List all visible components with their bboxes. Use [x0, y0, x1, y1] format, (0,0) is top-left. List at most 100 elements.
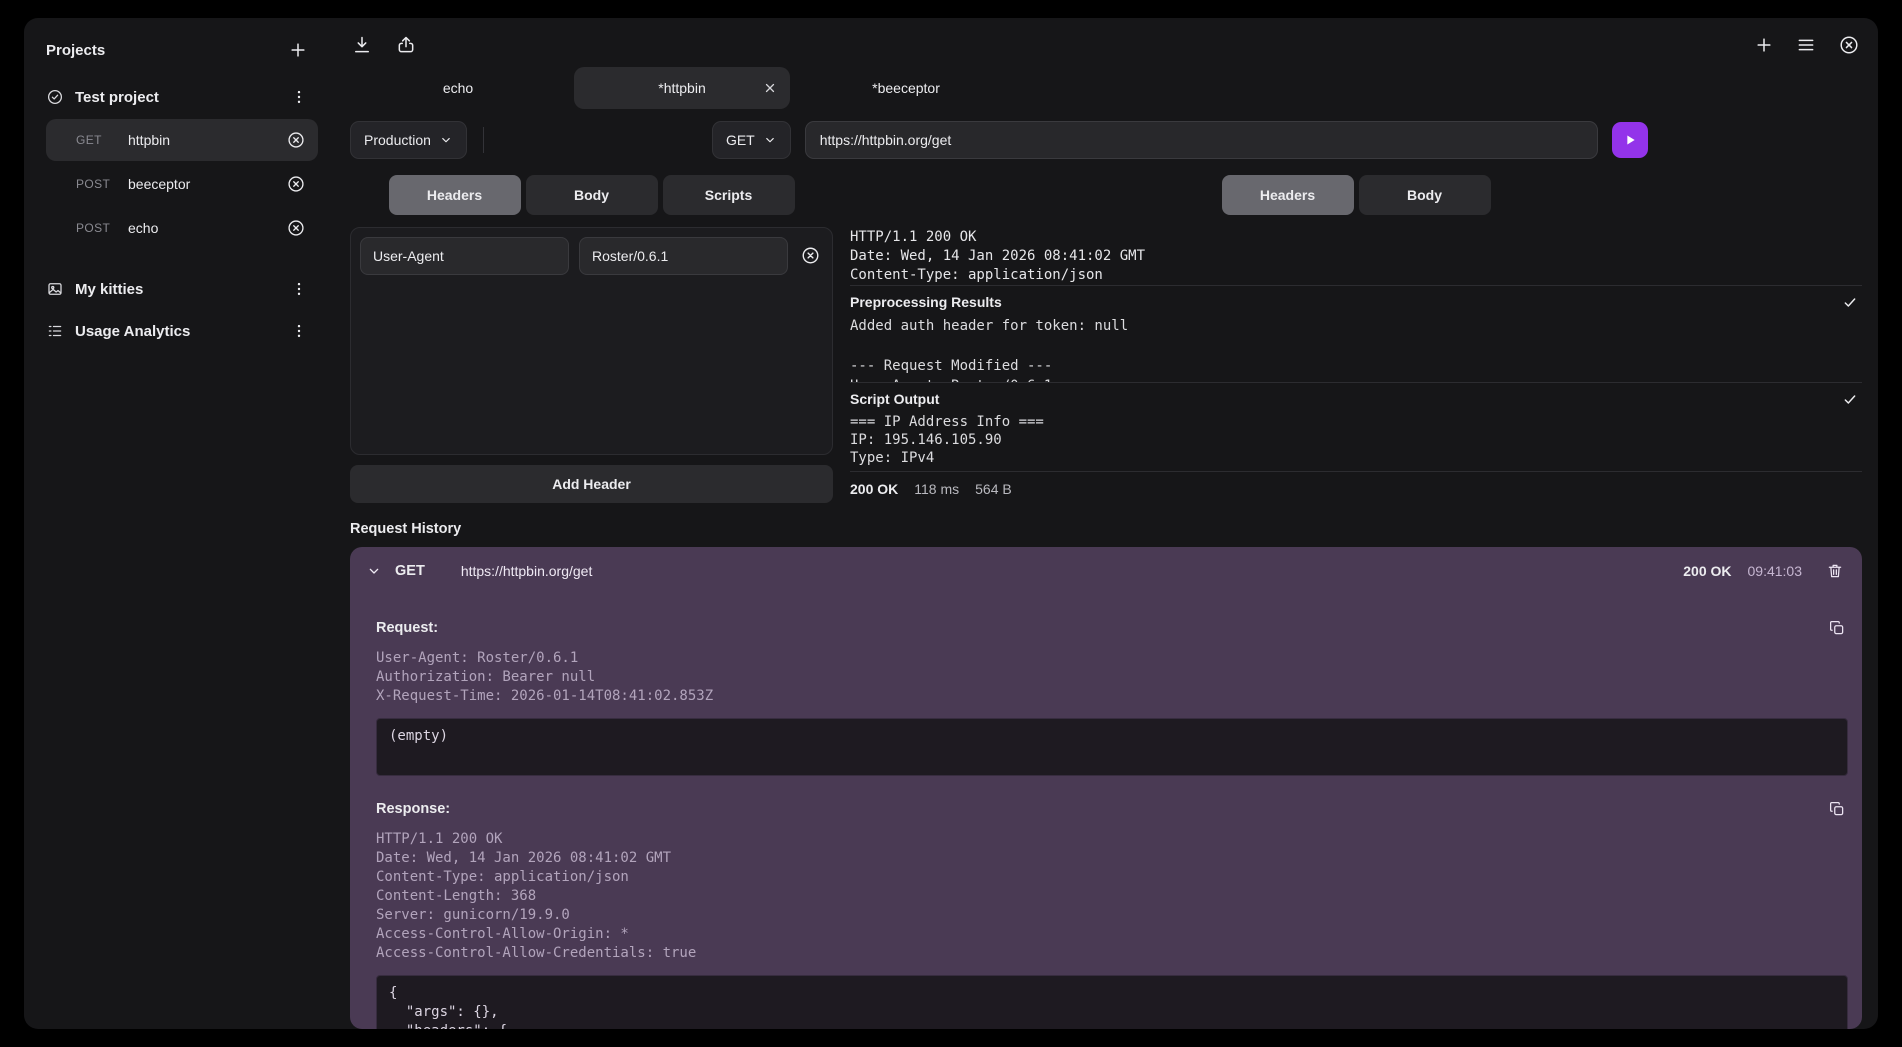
history-response-headers: HTTP/1.1 200 OK Date: Wed, 14 Jan 2026 0…	[376, 830, 1848, 963]
copy-icon	[1828, 800, 1846, 818]
environment-dropdown[interactable]: Production	[350, 121, 467, 159]
check-icon	[1842, 294, 1858, 310]
kebab-icon	[290, 322, 308, 340]
sidebar-item-usage-analytics[interactable]: Usage Analytics	[36, 310, 320, 352]
remove-request-button[interactable]	[284, 172, 308, 196]
section-title: Preprocessing Results	[850, 294, 1002, 310]
circle-x-icon	[800, 245, 821, 266]
sidebar-item-test-project[interactable]: Test project	[36, 76, 320, 118]
collection-menu-button[interactable]	[288, 278, 310, 300]
section-title: Script Output	[850, 391, 939, 407]
headers-editor	[350, 227, 833, 455]
response-headers-preview: HTTP/1.1 200 OK Date: Wed, 14 Jan 2026 0…	[850, 228, 1862, 285]
add-project-button[interactable]	[286, 38, 310, 62]
copy-response-button[interactable]	[1826, 798, 1848, 820]
kebab-icon	[290, 280, 308, 298]
tab-body[interactable]: Body	[1359, 175, 1491, 215]
tab-label: echo	[443, 80, 473, 96]
spacer	[36, 250, 320, 268]
editor-panels: Headers Body Scripts Add	[350, 175, 1862, 503]
import-button[interactable]	[350, 33, 374, 57]
request-name: httpbin	[128, 132, 284, 148]
response-label: Response:	[376, 801, 450, 817]
collection-name: My kitties	[75, 281, 277, 298]
request-panel-tabs: Headers Body Scripts	[350, 175, 833, 215]
tab-beeceptor[interactable]: *beeceptor	[798, 67, 1014, 109]
response-section-row: Response:	[376, 798, 1848, 820]
url-input[interactable]	[805, 121, 1598, 159]
export-button[interactable]	[394, 33, 418, 57]
circle-x-icon	[286, 130, 306, 150]
request-section-row: Request:	[376, 617, 1848, 639]
circle-x-icon	[286, 218, 306, 238]
copy-request-button[interactable]	[1826, 617, 1848, 639]
preprocessing-section-header[interactable]: Preprocessing Results	[850, 285, 1862, 316]
project-name: Test project	[75, 89, 277, 106]
tab-headers[interactable]: Headers	[389, 175, 521, 215]
header-key-input[interactable]	[360, 237, 569, 275]
tab-headers[interactable]: Headers	[1222, 175, 1354, 215]
menu-button[interactable]	[1794, 33, 1818, 57]
history-entry-body: Request: User-Agent: Roster/0.6.1 Author…	[350, 595, 1862, 1029]
response-panel-tabs: Headers Body	[850, 175, 1862, 215]
projects-title: Projects	[46, 42, 105, 59]
topbar	[350, 32, 1862, 59]
trash-icon	[1826, 562, 1844, 580]
close-tab-button[interactable]	[1836, 32, 1862, 58]
tab-label: *beeceptor	[872, 80, 940, 96]
request-method-badge: POST	[76, 177, 128, 191]
list-icon	[46, 322, 64, 340]
tab-scripts[interactable]: Scripts	[663, 175, 795, 215]
request-method-badge: POST	[76, 221, 128, 235]
script-output-section-header[interactable]: Script Output	[850, 382, 1862, 413]
response-size: 564 B	[975, 481, 1012, 497]
header-row	[360, 237, 823, 275]
tab-echo[interactable]: echo	[350, 67, 566, 109]
sidebar: Projects Test project GET httpbin	[24, 18, 330, 1029]
sidebar-item-my-kitties[interactable]: My kitties	[36, 268, 320, 310]
kebab-icon	[290, 88, 308, 106]
circle-x-icon	[1838, 34, 1860, 56]
copy-icon	[1828, 619, 1846, 637]
history-time: 09:41:03	[1748, 563, 1803, 579]
tab-label: *httpbin	[658, 80, 705, 96]
collection-menu-button[interactable]	[288, 320, 310, 342]
send-button[interactable]	[1612, 122, 1648, 158]
divider	[483, 127, 484, 153]
remove-request-button[interactable]	[284, 216, 308, 240]
main-area: echo *httpbin *beeceptor Production	[330, 18, 1878, 1029]
history-method: GET	[395, 563, 425, 579]
close-icon[interactable]	[760, 78, 780, 98]
remove-request-button[interactable]	[284, 128, 308, 152]
plus-icon	[288, 40, 308, 60]
add-header-button[interactable]: Add Header	[350, 465, 833, 503]
preprocessing-output: Added auth header for token: null --- Re…	[850, 316, 1862, 382]
sidebar-request-httpbin[interactable]: GET httpbin	[46, 119, 318, 161]
method-dropdown[interactable]: GET	[712, 121, 791, 159]
environment-label: Production	[364, 132, 431, 148]
new-tab-button[interactable]	[1752, 33, 1776, 57]
check-circle-icon	[46, 88, 64, 106]
image-icon	[46, 280, 64, 298]
play-icon	[1622, 132, 1638, 148]
delete-entry-button[interactable]	[1824, 560, 1846, 582]
tab-httpbin[interactable]: *httpbin	[574, 67, 790, 109]
plus-icon	[1754, 35, 1774, 55]
header-value-input[interactable]	[579, 237, 788, 275]
status-code: 200 OK	[850, 481, 898, 497]
remove-header-button[interactable]	[798, 243, 823, 268]
sidebar-header: Projects	[36, 34, 320, 76]
download-icon	[352, 35, 372, 55]
sidebar-request-echo[interactable]: POST echo	[46, 207, 318, 249]
history-entry-header[interactable]: GET https://httpbin.org/get 200 OK 09:41…	[350, 547, 1862, 595]
project-menu-button[interactable]	[288, 86, 310, 108]
request-name: beeceptor	[128, 176, 284, 192]
history-request-body: (empty)	[376, 718, 1848, 776]
chevron-down-icon	[763, 133, 777, 147]
method-label: GET	[726, 132, 755, 148]
request-label: Request:	[376, 620, 438, 636]
share-icon	[396, 35, 416, 55]
sidebar-request-beeceptor[interactable]: POST beeceptor	[46, 163, 318, 205]
hamburger-icon	[1796, 35, 1816, 55]
tab-body[interactable]: Body	[526, 175, 658, 215]
